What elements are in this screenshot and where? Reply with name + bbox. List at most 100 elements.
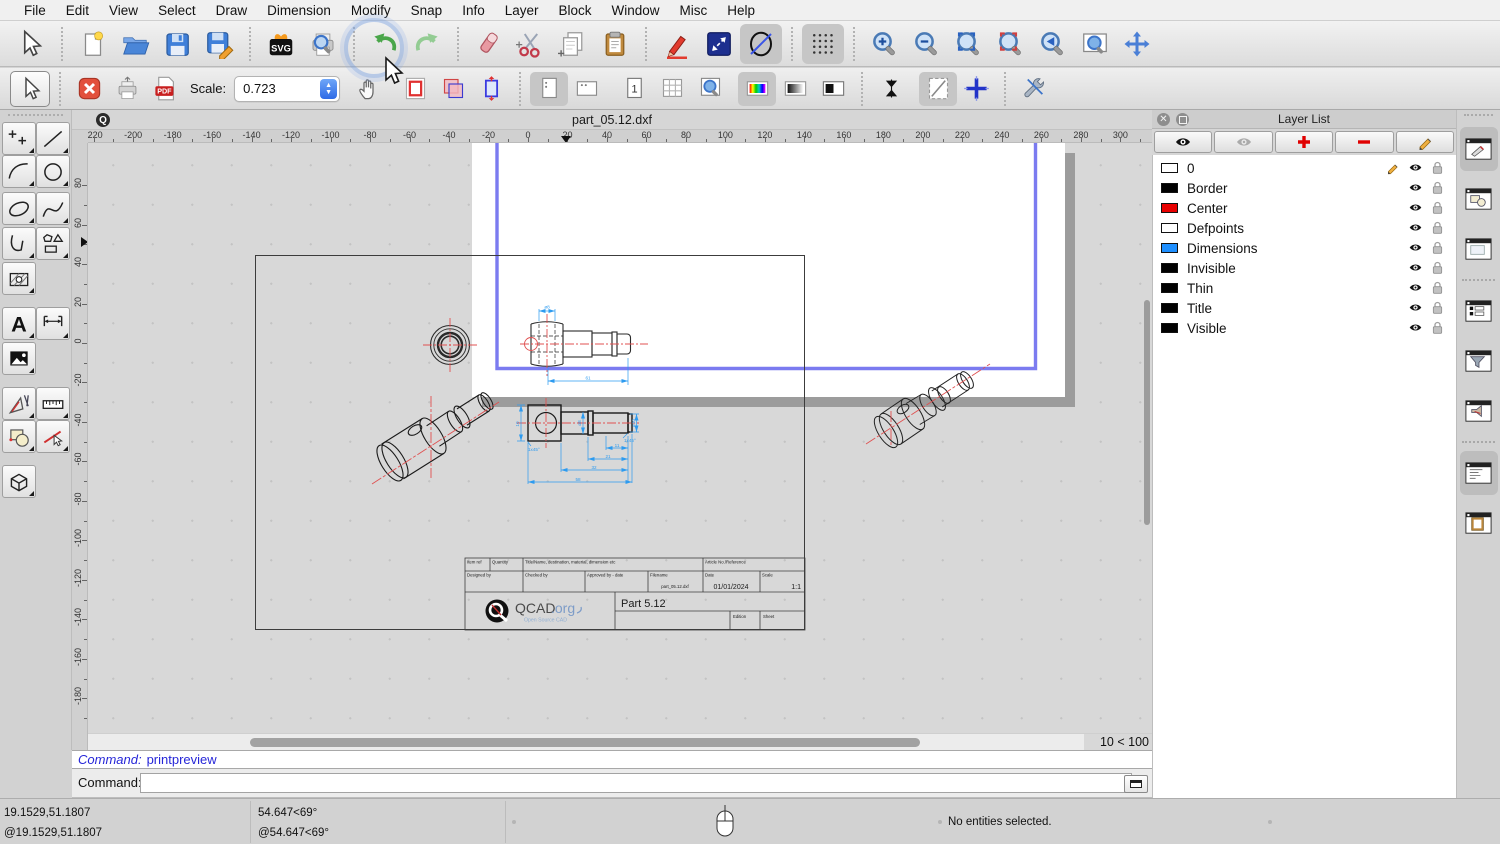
layer-color-swatch[interactable] <box>1161 163 1178 173</box>
box-tool-button[interactable] <box>2 465 36 498</box>
show-all-layers-button[interactable] <box>1154 131 1213 153</box>
horizontal-scrollbar-thumb[interactable] <box>250 738 920 747</box>
layer-row-thin[interactable]: Thin <box>1153 278 1456 298</box>
pan-button[interactable] <box>1116 24 1158 64</box>
dimension-tool-button[interactable] <box>36 307 70 340</box>
circle-tool-button[interactable] <box>36 155 70 188</box>
layer-list-dock-button[interactable] <box>1460 289 1498 333</box>
layer-edit-icon[interactable] <box>1385 160 1400 175</box>
layer-visibility-icon[interactable] <box>1408 240 1423 255</box>
menu-layer[interactable]: Layer <box>495 3 549 18</box>
spline-tool-button[interactable] <box>36 192 70 225</box>
layer-color-swatch[interactable] <box>1161 223 1178 233</box>
layer-row-visible[interactable]: Visible <box>1153 318 1456 338</box>
edit-layer-button[interactable] <box>1395 131 1455 153</box>
layer-row-defpoints[interactable]: Defpoints <box>1153 218 1456 238</box>
layer-visibility-icon[interactable] <box>1408 160 1423 175</box>
copy-button[interactable] <box>552 24 594 64</box>
redo-button[interactable] <box>406 24 448 64</box>
library-browser-dock-button[interactable] <box>1460 389 1498 433</box>
close-preview-button[interactable] <box>70 72 108 106</box>
draw-pencil-button[interactable] <box>656 24 698 64</box>
auto-fit-button[interactable] <box>472 72 510 106</box>
zoom-out-button[interactable] <box>906 24 948 64</box>
pointer-button[interactable] <box>10 24 52 64</box>
layer-lock-icon[interactable] <box>1430 240 1445 255</box>
panel-grip[interactable] <box>8 114 63 122</box>
distance-marker-button[interactable] <box>698 24 740 64</box>
layer-visibility-icon[interactable] <box>1408 180 1423 195</box>
layer-visibility-icon[interactable] <box>1408 300 1423 315</box>
trim-tool-button[interactable] <box>36 420 70 453</box>
shape-tool-button[interactable] <box>36 227 70 260</box>
document-titlebar[interactable]: Q part_05.12.dxf <box>72 110 1152 130</box>
pdf-export-button[interactable]: PDF <box>146 72 184 106</box>
layer-lock-icon[interactable] <box>1430 320 1445 335</box>
layer-lock-icon[interactable] <box>1430 160 1445 175</box>
point-tool-button[interactable] <box>2 122 36 155</box>
layer-lock-icon[interactable] <box>1430 260 1445 275</box>
modify-tool-button[interactable] <box>2 420 36 453</box>
print-button[interactable] <box>108 72 146 106</box>
paste-button[interactable] <box>594 24 636 64</box>
arc-tool-button[interactable] <box>2 155 36 188</box>
zoom-selection-button[interactable] <box>990 24 1032 64</box>
auto-zoom-button[interactable] <box>948 24 990 64</box>
hatch-tool-button[interactable] <box>2 262 36 295</box>
polyline-tool-button[interactable] <box>2 227 36 260</box>
text-tool-button[interactable]: A <box>2 307 36 340</box>
float-panel-icon[interactable] <box>1176 113 1189 126</box>
layer-visibility-icon[interactable] <box>1408 200 1423 215</box>
close-panel-icon[interactable]: ✕ <box>1157 113 1170 126</box>
menu-window[interactable]: Window <box>602 3 670 18</box>
menu-edit[interactable]: Edit <box>56 3 99 18</box>
multi-page-button[interactable] <box>653 72 691 106</box>
settings-button[interactable] <box>1015 72 1053 106</box>
page-borders-button[interactable] <box>434 72 472 106</box>
misc-draw-tool-button[interactable] <box>2 387 36 420</box>
single-page-button[interactable]: 1 <box>615 72 653 106</box>
menu-misc[interactable]: Misc <box>670 3 718 18</box>
zoom-in-button[interactable] <box>864 24 906 64</box>
layer-color-swatch[interactable] <box>1161 283 1178 293</box>
zoom-window-button[interactable] <box>1074 24 1116 64</box>
print-pointer-button[interactable] <box>10 70 50 107</box>
black-white-button[interactable] <box>814 72 852 106</box>
previous-view-button[interactable] <box>1032 24 1074 64</box>
layer-visibility-icon[interactable] <box>1408 260 1423 275</box>
layer-color-swatch[interactable] <box>1161 323 1178 333</box>
menu-snap[interactable]: Snap <box>401 3 453 18</box>
paper-border-button[interactable] <box>396 72 434 106</box>
layer-visibility-icon[interactable] <box>1408 320 1423 335</box>
save-as-button[interactable] <box>198 24 240 64</box>
layer-lock-icon[interactable] <box>1430 280 1445 295</box>
print-preview-button[interactable] <box>302 24 344 64</box>
vertical-scrollbar[interactable] <box>1144 300 1150 525</box>
full-color-button[interactable] <box>738 71 777 106</box>
layer-lock-icon[interactable] <box>1430 300 1445 315</box>
layer-visibility-icon[interactable] <box>1408 220 1423 235</box>
add-marks-button[interactable] <box>957 72 995 106</box>
layer-color-swatch[interactable] <box>1161 303 1178 313</box>
menu-help[interactable]: Help <box>717 3 765 18</box>
menu-info[interactable]: Info <box>452 3 495 18</box>
menu-select[interactable]: Select <box>148 3 206 18</box>
circle-line-button[interactable] <box>740 23 782 64</box>
layer-color-swatch[interactable] <box>1161 243 1178 253</box>
layer-color-swatch[interactable] <box>1161 203 1178 213</box>
layer-color-swatch[interactable] <box>1161 183 1178 193</box>
menu-view[interactable]: View <box>99 3 148 18</box>
layer-row-border[interactable]: Border <box>1153 178 1456 198</box>
cut-button[interactable] <box>510 24 552 64</box>
property-editor-dock-button[interactable] <box>1459 127 1498 171</box>
layer-lock-icon[interactable] <box>1430 200 1445 215</box>
command-line-dock-button[interactable] <box>1459 451 1498 495</box>
layer-row-0[interactable]: 0 <box>1153 158 1456 178</box>
line-tool-button[interactable] <box>36 122 70 155</box>
landscape-button[interactable] <box>568 72 606 106</box>
portrait-button[interactable] <box>530 71 569 106</box>
view-list-dock-button[interactable] <box>1460 227 1498 271</box>
scale-input[interactable] <box>235 80 318 97</box>
open-file-button[interactable] <box>114 24 156 64</box>
menu-dimension[interactable]: Dimension <box>257 3 341 18</box>
